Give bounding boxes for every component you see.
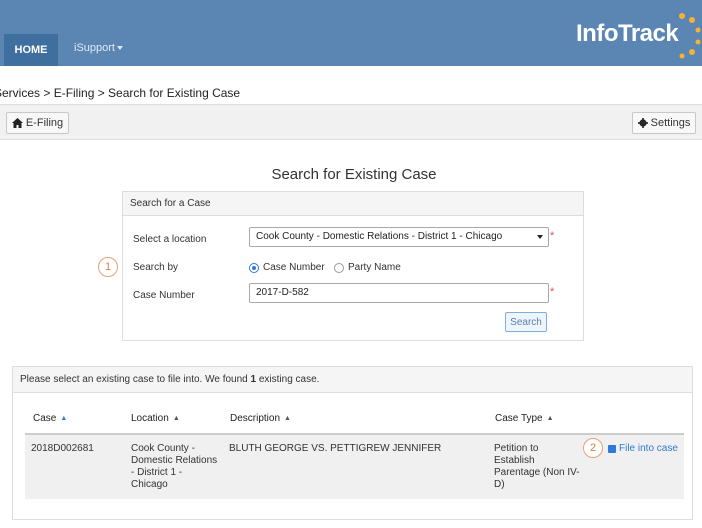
caret-down-icon [537,235,543,239]
column-header-description[interactable]: Description ▲ [230,413,291,424]
cell-case: 2018D002681 [31,443,94,454]
gear-icon [637,118,648,128]
home-icon [11,118,23,128]
cell-case-type: Petition to Establish Parentage (Non IV-… [494,443,580,490]
search-by-label: Search by [133,262,179,273]
toolbar: E-Filing Settings [0,104,702,140]
settings-button[interactable]: Settings [632,112,696,134]
settings-button-label: Settings [650,117,691,129]
required-marker: * [550,230,555,242]
radio-case-number-label: Case Number [263,262,325,273]
efiling-button[interactable]: E-Filing [6,112,69,134]
cell-description: BLUTH GEORGE VS. PETTIGREW JENNIFER [229,443,442,454]
location-label: Select a location [133,234,207,245]
cell-location: Cook County - Domestic Relations - Distr… [131,443,218,490]
search-panel: Search for a Case Select a location Cook… [122,191,584,341]
logo-dots-icon [679,13,701,59]
column-header-location-label: Location [131,413,169,424]
table-row[interactable]: 2018D002681 Cook County - Domestic Relat… [25,433,684,499]
sort-icon: ▲ [284,414,291,422]
radio-case-number[interactable]: Case Number [249,262,325,273]
file-into-case-link[interactable]: File into case [608,443,678,454]
folder-icon [608,444,616,453]
required-marker: * [550,286,555,298]
sort-icon: ▲ [546,414,554,422]
file-into-case-label: File into case [619,443,678,454]
radio-party-name[interactable]: Party Name [334,262,401,273]
case-number-label: Case Number [133,290,195,301]
results-message-suffix: existing case. [256,374,320,385]
callout-badge-2: 2 [583,438,603,458]
column-header-case[interactable]: Case ▲ [33,413,67,424]
search-panel-header: Search for a Case [123,192,583,216]
callout-badge-1: 1 [98,257,118,277]
results-panel: Please select an existing case to file i… [12,366,693,520]
page-title: Search for Existing Case [271,166,437,183]
column-header-case-type[interactable]: Case Type ▲ [495,413,554,424]
column-header-case-type-label: Case Type [495,413,543,424]
sort-asc-icon: ▲ [60,414,68,422]
search-button[interactable]: Search [505,312,547,332]
infotrack-logo: InfoTrack [576,20,679,47]
column-header-description-label: Description [230,413,281,424]
breadcrumb: Services > E-Filing > Search for Existin… [0,86,241,100]
case-number-input[interactable]: 2017-D-582 [249,283,549,303]
top-navbar: HOME iSupport InfoTrack [0,0,702,66]
chevron-down-icon [116,46,123,51]
radio-unselected-icon [334,262,344,273]
efiling-button-label: E-Filing [25,117,64,129]
sort-icon: ▲ [172,414,180,422]
results-message: Please select an existing case to file i… [13,367,692,393]
column-header-case-label: Case [33,413,57,424]
location-select-value: Cook County - Domestic Relations - Distr… [256,231,503,242]
nav-isupport-menu[interactable]: iSupport [74,42,123,54]
radio-party-name-label: Party Name [348,262,401,273]
radio-selected-icon [249,262,259,273]
results-message-text: Please select an existing case to file i… [20,374,251,385]
column-header-location[interactable]: Location ▲ [131,413,180,424]
nav-isupport-label: iSupport [74,42,115,54]
nav-home-tab[interactable]: HOME [4,34,58,66]
location-select[interactable]: Cook County - Domestic Relations - Distr… [249,227,549,247]
